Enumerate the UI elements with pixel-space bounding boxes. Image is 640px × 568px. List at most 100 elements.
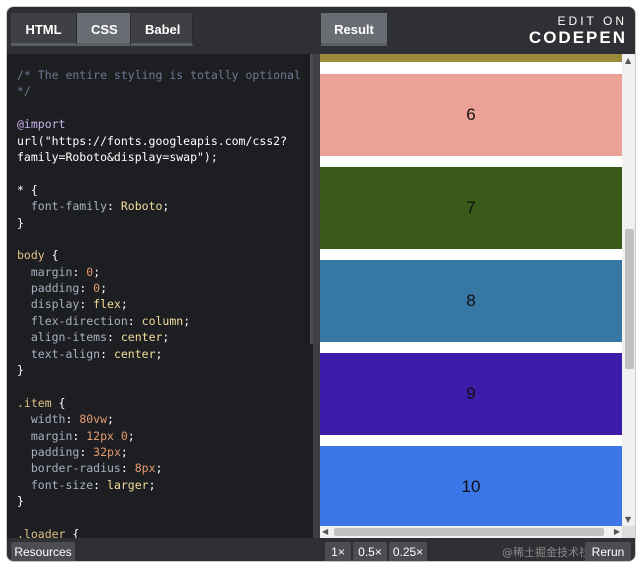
codepen-logo[interactable]: EDIT ON CODEPEN <box>529 14 627 48</box>
tab-css[interactable]: CSS <box>77 13 131 46</box>
code-line: family=Roboto&display=swap"); <box>17 149 307 165</box>
result-item: 10 <box>320 446 622 526</box>
editor-tabs: HTML CSS Babel <box>11 13 193 46</box>
code-token: : <box>93 477 108 492</box>
header-bar: HTML CSS Babel Result EDIT ON CODEPEN <box>7 7 635 54</box>
code-token: font-size <box>17 477 94 492</box>
code-token: : <box>120 461 135 476</box>
code-token: padding <box>17 444 80 459</box>
code-line: display: flex; <box>17 296 307 312</box>
code-token: { <box>44 248 59 263</box>
code-token: : <box>100 346 114 361</box>
code-token: 80vw <box>79 412 108 427</box>
code-token: : <box>72 264 87 279</box>
code-token: center <box>113 346 156 361</box>
result-vertical-scrollbar[interactable]: ▲ ▼ <box>622 54 635 526</box>
code-token: margin <box>17 264 73 279</box>
code-token: 32px <box>93 444 121 459</box>
css-editor[interactable]: /* The entire styling is totally optiona… <box>7 54 313 538</box>
code-token: margin <box>17 428 73 443</box>
code-token: larger <box>107 477 149 492</box>
rerun-button[interactable]: Rerun <box>585 542 631 561</box>
code-line: } <box>17 493 307 509</box>
code-token: border-radius <box>17 461 121 476</box>
code-token: ; <box>162 330 170 345</box>
code-token: flex <box>93 297 121 312</box>
code-line: padding: 0; <box>17 280 307 296</box>
zoom-0-25x-button[interactable]: 0.25× <box>389 542 427 561</box>
code-token: ; <box>148 477 156 492</box>
panel-resize-handle[interactable] <box>313 54 320 538</box>
code-token: : <box>79 444 94 459</box>
code-line: body { <box>17 247 307 263</box>
code-token: ; <box>107 412 114 427</box>
code-token: center <box>120 330 163 345</box>
code-line: font-size: larger; <box>17 477 307 493</box>
tab-html[interactable]: HTML <box>11 13 77 46</box>
code-token: /* The entire styling is totally optiona… <box>17 68 301 82</box>
code-token: Roboto <box>120 199 163 214</box>
result-item: 9 <box>320 353 622 435</box>
code-line: .loader { <box>17 526 307 538</box>
code-token: width <box>17 412 66 427</box>
brand-name: CODEPEN <box>528 28 627 47</box>
code-line: } <box>17 215 307 231</box>
code-line: width: 80vw; <box>17 411 307 427</box>
scroll-down-icon[interactable]: ▼ <box>625 515 631 524</box>
code-token: text-align <box>17 346 101 361</box>
code-token: : <box>72 428 87 443</box>
code-line: font-family: Roboto; <box>17 198 307 214</box>
code-line: */ <box>17 83 307 99</box>
code-token: ; <box>120 297 128 312</box>
code-token: url("https://fonts.googleapis.com/css2? <box>17 133 288 148</box>
code-token: @import <box>17 117 66 132</box>
tab-result[interactable]: Result <box>321 13 387 46</box>
scroll-left-icon[interactable]: ◀ <box>322 526 328 538</box>
code-line: /* The entire styling is totally optiona… <box>17 67 307 83</box>
code-line: border-radius: 8px; <box>17 460 307 476</box>
code-token: align-items <box>17 330 108 345</box>
brand-edit-on: EDIT ON <box>557 14 627 28</box>
code-line: * { <box>17 182 307 198</box>
code-token: ; <box>155 346 163 361</box>
codepen-embed: HTML CSS Babel Result EDIT ON CODEPEN /*… <box>6 6 636 562</box>
result-item: 8 <box>320 260 622 342</box>
scroll-right-icon[interactable]: ▶ <box>614 526 620 538</box>
code-token: { <box>51 395 66 410</box>
zoom-0-5x-button[interactable]: 0.5× <box>353 542 387 561</box>
code-line: url("https://fonts.googleapis.com/css2? <box>17 133 307 149</box>
code-token: ; <box>100 281 108 296</box>
result-horizontal-scrollbar[interactable]: ◀ ▶ <box>320 526 622 538</box>
scroll-thumb-horizontal[interactable] <box>334 528 604 536</box>
code-line: .item { <box>17 395 307 411</box>
scroll-up-icon[interactable]: ▲ <box>625 56 631 65</box>
code-token: : <box>107 199 121 214</box>
code-token: 12px 0 <box>86 428 128 443</box>
resources-button[interactable]: Resources <box>11 542 75 561</box>
code-token: ; <box>162 199 170 214</box>
zoom-1x-button[interactable]: 1× <box>325 542 351 561</box>
scroll-thumb[interactable] <box>625 229 634 369</box>
result-item-label: 8 <box>466 291 476 310</box>
code-line: text-align: center; <box>17 346 307 362</box>
tab-babel[interactable]: Babel <box>131 13 193 46</box>
result-item-label: 10 <box>461 477 481 496</box>
result-item-partial <box>320 54 622 62</box>
result-preview: 6 7 8 9 10 <box>320 54 622 526</box>
result-item-label: 7 <box>466 198 476 217</box>
code-line: align-items: center; <box>17 329 307 345</box>
result-item-label: 9 <box>466 384 476 403</box>
result-item-label: 6 <box>466 105 476 124</box>
code-token: } <box>17 494 24 509</box>
code-line: padding: 32px; <box>17 444 307 460</box>
code-token: : <box>65 412 80 427</box>
code-token: ; <box>127 428 135 443</box>
code-token: .loader <box>17 526 66 538</box>
code-content: /* The entire styling is totally optiona… <box>17 67 307 538</box>
code-token: } <box>17 363 24 378</box>
code-token: 8px <box>134 461 156 476</box>
scrollbar-corner <box>622 526 635 538</box>
